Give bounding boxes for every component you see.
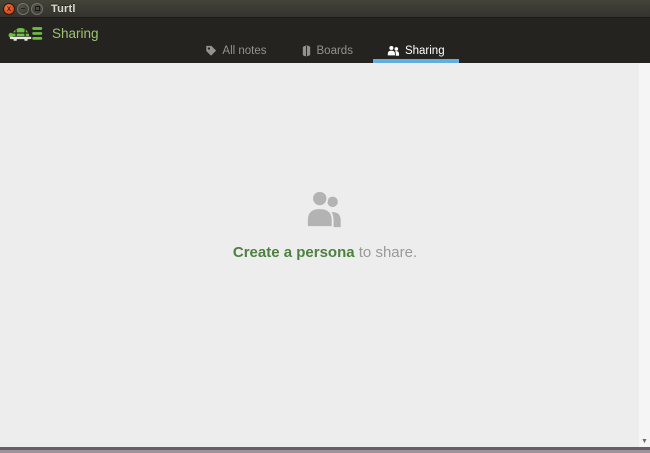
tab-all-notes[interactable]: All notes <box>191 42 280 63</box>
window-minimize-button[interactable]: – <box>17 2 29 15</box>
tab-label: All notes <box>222 44 267 57</box>
scrollbar[interactable]: ▼ <box>639 63 650 447</box>
minimize-icon: – <box>20 3 26 13</box>
personas-icon <box>305 189 341 229</box>
turtl-logo-icon <box>8 27 43 41</box>
sharing-empty-state: Create a persona to share. <box>0 63 650 261</box>
window-bottom-edge <box>0 447 650 453</box>
turtl-window: x – Turtl Sharing All notes Boards Shari… <box>0 0 650 453</box>
chevron-down-icon: ▼ <box>641 437 648 445</box>
tag-icon <box>206 45 217 56</box>
tab-boards[interactable]: Boards <box>287 42 367 63</box>
titlebar: x – Turtl <box>0 0 650 18</box>
tab-label: Boards <box>316 44 353 57</box>
tab-bar: All notes Boards Sharing <box>0 42 650 63</box>
app-header: Sharing All notes Boards Sharing <box>0 18 650 63</box>
main-content: Create a persona to share. ▼ <box>0 63 650 447</box>
people-icon <box>386 45 399 56</box>
board-icon <box>302 45 310 56</box>
tab-label: Sharing <box>404 44 445 57</box>
window-close-button[interactable]: x <box>3 2 15 15</box>
scrollbar-down-button[interactable]: ▼ <box>639 436 650 446</box>
create-persona-link[interactable]: Create a persona <box>233 244 355 261</box>
brand: Sharing <box>8 22 99 44</box>
empty-state-message: Create a persona to share. <box>0 244 650 261</box>
maximize-icon <box>34 6 40 11</box>
window-title: Turtl <box>51 2 76 15</box>
window-maximize-button[interactable] <box>31 2 43 15</box>
empty-state-suffix: to share. <box>354 244 418 261</box>
tab-sharing[interactable]: Sharing <box>372 42 459 63</box>
page-title: Sharing <box>52 25 99 41</box>
close-icon: x <box>6 3 12 13</box>
